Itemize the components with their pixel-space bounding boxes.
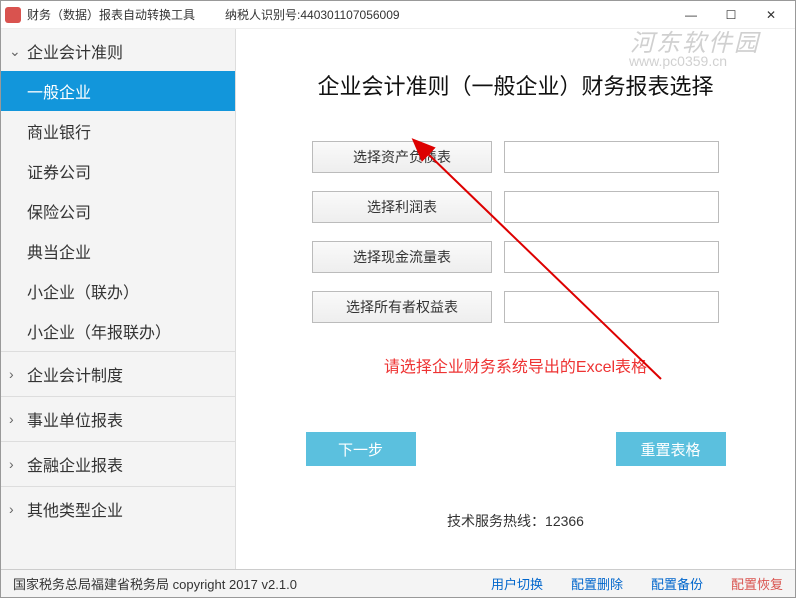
section-label: 事业单位报表 <box>27 407 123 431</box>
hotline-text: 技术服务热线：12366 <box>266 511 765 531</box>
sidebar: ⌄ 企业会计准则 一般企业 商业银行 证券公司 保险公司 典当企业 小企业（联办… <box>1 29 236 569</box>
select-balance-button[interactable]: 选择资产负债表 <box>312 141 492 173</box>
sidebar-item-securities[interactable]: 证券公司 <box>1 151 235 191</box>
link-config-backup[interactable]: 配置备份 <box>651 574 703 593</box>
chevron-right-icon: › <box>9 411 27 427</box>
section-label: 企业会计制度 <box>27 362 123 386</box>
chevron-down-icon: ⌄ <box>9 43 27 60</box>
section-label: 其他类型企业 <box>27 497 123 521</box>
page-title: 企业会计准则（一般企业）财务报表选择 <box>266 69 765 101</box>
sidebar-section-other[interactable]: › 其他类型企业 <box>1 486 235 531</box>
copyright-text: 国家税务总局福建省税务局 copyright 2017 v2.1.0 <box>13 574 297 593</box>
form-row-equity: 选择所有者权益表 <box>266 291 765 323</box>
form-row-cashflow: 选择现金流量表 <box>266 241 765 273</box>
balance-file-input[interactable] <box>504 141 719 173</box>
sidebar-section-institution[interactable]: › 事业单位报表 <box>1 396 235 441</box>
hint-text: 请选择企业财务系统导出的Excel表格 <box>266 353 765 377</box>
app-title: 财务（数据）报表自动转换工具 <box>27 6 195 23</box>
select-equity-button[interactable]: 选择所有者权益表 <box>312 291 492 323</box>
maximize-button[interactable]: ☐ <box>711 3 751 27</box>
sidebar-item-bank[interactable]: 商业银行 <box>1 111 235 151</box>
link-config-delete[interactable]: 配置删除 <box>571 574 623 593</box>
section-label: 企业会计准则 <box>27 39 123 63</box>
profit-file-input[interactable] <box>504 191 719 223</box>
equity-file-input[interactable] <box>504 291 719 323</box>
select-cashflow-button[interactable]: 选择现金流量表 <box>312 241 492 273</box>
close-button[interactable]: ✕ <box>751 3 791 27</box>
link-user-switch[interactable]: 用户切换 <box>491 574 543 593</box>
app-icon <box>5 7 21 23</box>
form-row-balance: 选择资产负债表 <box>266 141 765 173</box>
chevron-right-icon: › <box>9 366 27 382</box>
sidebar-item-pawn[interactable]: 典当企业 <box>1 231 235 271</box>
sidebar-item-general[interactable]: 一般企业 <box>1 71 235 111</box>
chevron-right-icon: › <box>9 456 27 472</box>
form-row-profit: 选择利润表 <box>266 191 765 223</box>
reset-button[interactable]: 重置表格 <box>616 432 726 466</box>
next-button[interactable]: 下一步 <box>306 432 416 466</box>
sidebar-item-small-annual[interactable]: 小企业（年报联办） <box>1 311 235 351</box>
link-config-restore[interactable]: 配置恢复 <box>731 574 783 593</box>
sidebar-section-finance[interactable]: › 金融企业报表 <box>1 441 235 486</box>
titlebar: 财务（数据）报表自动转换工具 纳税人识别号:440301107056009 — … <box>1 1 795 29</box>
sidebar-section-rules[interactable]: ⌄ 企业会计准则 <box>1 29 235 71</box>
minimize-button[interactable]: — <box>671 3 711 27</box>
sidebar-item-small-joint[interactable]: 小企业（联办） <box>1 271 235 311</box>
cashflow-file-input[interactable] <box>504 241 719 273</box>
chevron-right-icon: › <box>9 501 27 517</box>
sidebar-section-system[interactable]: › 企业会计制度 <box>1 351 235 396</box>
content-area: 企业会计准则（一般企业）财务报表选择 选择资产负债表 选择利润表 选择现金流量表… <box>236 29 795 569</box>
section-label: 金融企业报表 <box>27 452 123 476</box>
sidebar-item-insurance[interactable]: 保险公司 <box>1 191 235 231</box>
taxpayer-id: 纳税人识别号:440301107056009 <box>225 6 400 23</box>
footer: 国家税务总局福建省税务局 copyright 2017 v2.1.0 用户切换 … <box>1 569 795 597</box>
select-profit-button[interactable]: 选择利润表 <box>312 191 492 223</box>
